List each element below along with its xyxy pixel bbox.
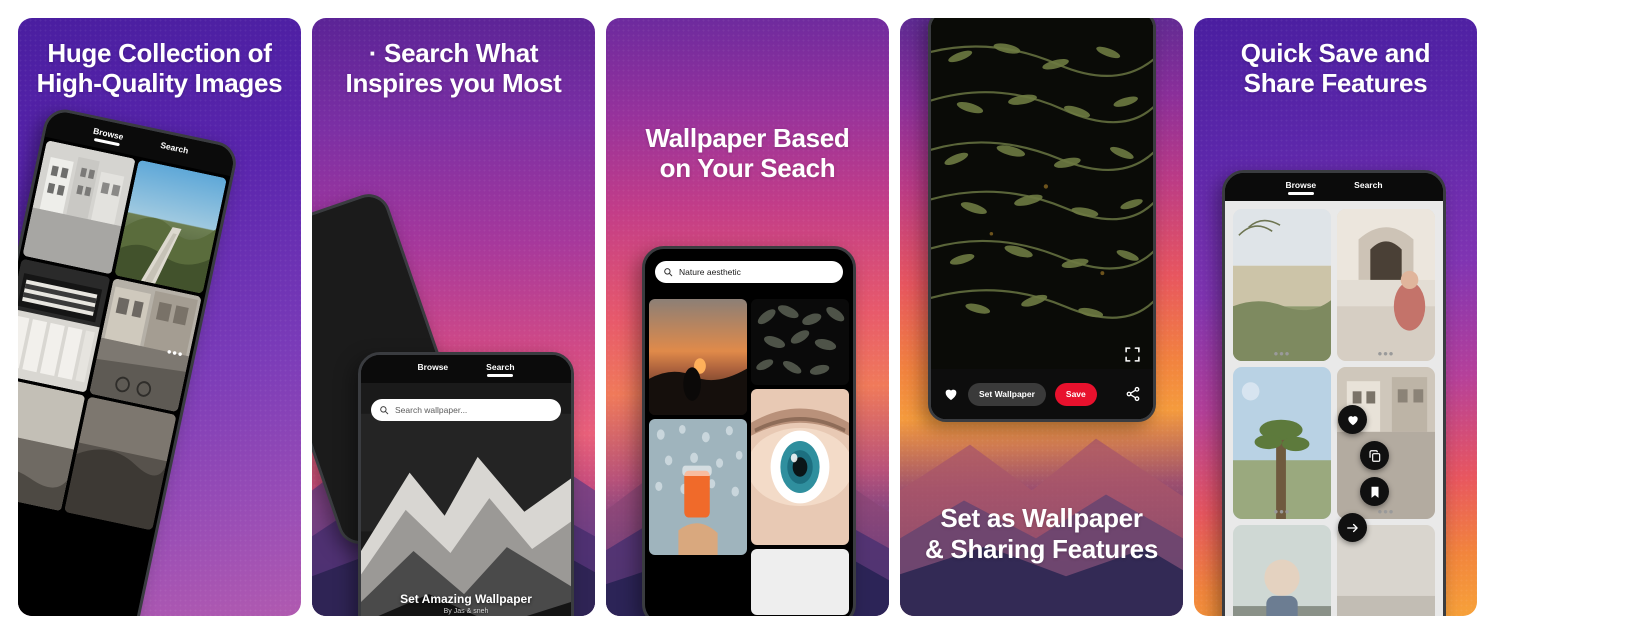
panel-1-phone-screen: Browse Search ••• bbox=[18, 109, 237, 616]
promo-panel-3: Wallpaper Based on Your Seach Nature aes… bbox=[606, 18, 889, 616]
save-button[interactable]: Save bbox=[1054, 382, 1097, 406]
photo-card[interactable]: ••• bbox=[1337, 209, 1435, 361]
bookmark-button[interactable] bbox=[1360, 477, 1389, 506]
screenshot-gallery: Huge Collection of High-Quality Images B… bbox=[0, 0, 1648, 634]
panel-3-phone-screen: Nature aesthetic bbox=[645, 249, 853, 616]
hero-caption: Set Amazing Wallpaper By Jas & sneh bbox=[361, 592, 571, 615]
search-input-field[interactable]: Search wallpaper... bbox=[371, 399, 561, 421]
panel-4-action-bar: Set Wallpaper Save bbox=[931, 369, 1153, 419]
search-input-placeholder: Search wallpaper... bbox=[395, 405, 468, 415]
heart-icon bbox=[1346, 413, 1360, 427]
panel-3-headline: Wallpaper Based on Your Seach bbox=[606, 123, 889, 184]
bookmark-icon bbox=[1368, 485, 1382, 499]
search-input-field[interactable]: Nature aesthetic bbox=[655, 261, 843, 283]
result-card[interactable] bbox=[751, 299, 849, 385]
panel-5-headline-line-1: Quick Save and bbox=[1240, 38, 1431, 68]
panel-3-headline-line-2: on Your Seach bbox=[659, 153, 836, 184]
panel-5-phone-mockup: Browse Search ••• ••• ••• ••• bbox=[1222, 170, 1446, 616]
panel-3-phone-mockup: Nature aesthetic bbox=[642, 246, 856, 616]
photo-card[interactable]: ••• bbox=[1233, 209, 1331, 361]
promo-panel-5: Quick Save and Share Features Browse Sea… bbox=[1194, 18, 1477, 616]
panel-3-headline-line-1: Wallpaper Based bbox=[645, 123, 850, 153]
tab-browse[interactable]: Browse bbox=[1285, 180, 1316, 195]
heart-icon[interactable] bbox=[943, 386, 959, 402]
send-icon bbox=[1346, 521, 1360, 535]
share-icon[interactable] bbox=[1125, 386, 1141, 402]
favorite-button[interactable] bbox=[1338, 405, 1367, 434]
panel-4-phone-mockup: Set Wallpaper Save bbox=[928, 18, 1156, 422]
panel-5-photo-grid: ••• ••• ••• ••• bbox=[1225, 201, 1443, 616]
tab-browse[interactable]: Browse bbox=[417, 362, 448, 377]
panel-5-tabbar: Browse Search bbox=[1225, 173, 1443, 201]
panel-2-headline-line-2: Inspires you Most bbox=[345, 68, 562, 99]
result-card[interactable] bbox=[751, 389, 849, 545]
photo-card-overflow-menu[interactable]: ••• bbox=[165, 344, 184, 362]
photo-card[interactable]: ••• bbox=[1233, 525, 1331, 616]
panel-5-phone-screen: Browse Search ••• ••• ••• ••• bbox=[1225, 173, 1443, 616]
panel-4-headline-line-2: & Sharing Features bbox=[925, 533, 1158, 564]
panel-2-phone-screen: Browse Search Search wallpaper... Set Am… bbox=[361, 355, 571, 616]
copy-icon bbox=[1368, 449, 1382, 463]
photo-card[interactable]: ••• bbox=[1233, 367, 1331, 519]
share-button[interactable] bbox=[1338, 513, 1367, 542]
tab-search[interactable]: Search bbox=[1354, 180, 1382, 195]
fullscreen-wallpaper-preview bbox=[931, 18, 1153, 419]
panel-2-phone-mockup-front: Browse Search Search wallpaper... Set Am… bbox=[358, 352, 574, 616]
result-card[interactable] bbox=[649, 419, 747, 555]
panel-1-headline: Huge Collection of High-Quality Images bbox=[18, 38, 301, 99]
panel-1-photo-grid: ••• bbox=[18, 137, 230, 616]
panel-3-results-grid bbox=[645, 295, 853, 616]
promo-panel-1: Huge Collection of High-Quality Images B… bbox=[18, 18, 301, 616]
panel-5-headline: Quick Save and Share Features bbox=[1194, 38, 1477, 99]
search-icon bbox=[379, 405, 389, 415]
tab-search[interactable]: Search bbox=[159, 139, 190, 160]
panel-1-headline-line-1: Huge Collection of bbox=[47, 38, 272, 68]
panel-2-tabbar: Browse Search bbox=[361, 355, 571, 383]
panel-4-headline-line-1: Set as Wallpaper bbox=[940, 503, 1143, 534]
hero-wallpaper-image bbox=[361, 355, 571, 616]
hero-title: Set Amazing Wallpaper bbox=[400, 592, 532, 606]
photo-card-overflow-menu[interactable]: ••• bbox=[1378, 347, 1395, 360]
result-card[interactable] bbox=[649, 299, 747, 415]
hero-subtitle: By Jas & sneh bbox=[443, 608, 489, 615]
expand-fullscreen-button[interactable] bbox=[1124, 346, 1141, 363]
panel-2-headline: · Search What Inspires you Most bbox=[312, 38, 595, 99]
panel-4-headline: Set as Wallpaper & Sharing Features bbox=[900, 503, 1183, 564]
photo-card-overflow-menu[interactable]: ••• bbox=[1274, 347, 1291, 360]
panel-1-phone-mockup: Browse Search ••• bbox=[18, 105, 240, 616]
tab-search[interactable]: Search bbox=[486, 362, 514, 377]
panel-1-headline-line-2: High-Quality Images bbox=[36, 68, 283, 99]
panel-2-headline-line-1: · Search What bbox=[368, 38, 539, 68]
panel-5-headline-line-2: Share Features bbox=[1243, 68, 1428, 99]
result-card[interactable] bbox=[751, 549, 849, 615]
set-wallpaper-button[interactable]: Set Wallpaper bbox=[968, 382, 1046, 406]
quick-action-buttons bbox=[1338, 405, 1389, 542]
promo-panel-2: · Search What Inspires you Most Browse S… bbox=[312, 18, 595, 616]
promo-panel-4: Set Wallpaper Save Set as Wallpaper & Sh… bbox=[900, 18, 1183, 616]
copy-button[interactable] bbox=[1360, 441, 1389, 470]
search-icon bbox=[663, 267, 673, 277]
tab-browse[interactable]: Browse bbox=[91, 125, 124, 146]
panel-4-phone-screen: Set Wallpaper Save bbox=[931, 18, 1153, 419]
search-input-value: Nature aesthetic bbox=[679, 267, 741, 277]
photo-card-overflow-menu[interactable]: ••• bbox=[1274, 505, 1291, 518]
